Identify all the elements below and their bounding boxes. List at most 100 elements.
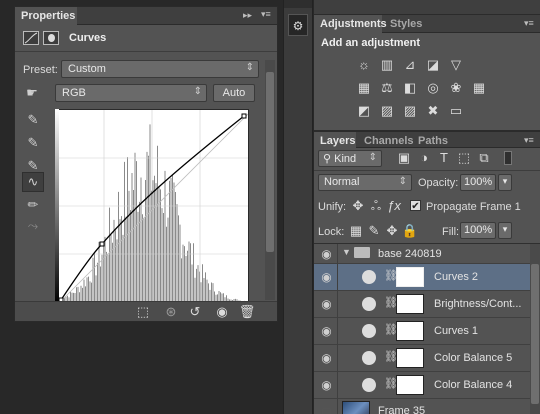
layer-row[interactable]: ◉ ⛓ Brightness/Cont... <box>314 291 530 318</box>
filter-adjustment-icon[interactable]: ◑ <box>414 149 434 167</box>
layer-row[interactable]: ▢ Frame 35 <box>314 399 530 414</box>
visibility-eye-icon[interactable]: ◉ <box>316 244 338 264</box>
opacity-input[interactable]: 100% <box>460 174 496 191</box>
layer-mask-thumbnail[interactable] <box>396 375 424 395</box>
visibility-eye-icon[interactable]: ◉ <box>316 345 338 372</box>
on-image-adjust-icon[interactable]: ☛ <box>23 84 41 102</box>
levels-icon[interactable]: ▥ <box>377 56 397 74</box>
tab-paths[interactable]: Paths <box>410 132 456 150</box>
filter-shape-icon[interactable]: ⬚ <box>454 149 474 167</box>
right-panels: Adjustments Styles ▾≡ Add an adjustment … <box>314 0 540 414</box>
brightness-icon[interactable]: ☼ <box>354 56 374 74</box>
black-white-icon[interactable]: ◧ <box>400 79 420 97</box>
gray-point-eyedropper-icon[interactable]: ✎ <box>24 134 42 152</box>
filter-kind-dropdown[interactable]: ⚲ Kind ⇕ <box>318 150 382 167</box>
channel-mixer-icon[interactable]: ❀ <box>446 79 466 97</box>
tab-layers[interactable]: Layers <box>314 132 356 150</box>
curve-point[interactable] <box>241 113 247 119</box>
curves-adjustment-icon <box>23 31 39 45</box>
fill-slider-toggle[interactable]: ▾ <box>498 222 512 239</box>
vibrance-icon[interactable]: ▽ <box>446 56 466 74</box>
hue-saturation-icon[interactable]: ▦ <box>354 79 374 97</box>
fill-input[interactable]: 100% <box>460 222 496 239</box>
layer-row[interactable]: ◉ ⛓ Curves 1 <box>314 318 530 345</box>
curves-graph[interactable] <box>55 109 249 303</box>
filter-type-icon[interactable]: T <box>434 149 454 167</box>
lock-transparent-icon[interactable]: ▦ <box>346 222 366 240</box>
properties-tabbar: Properties ▸▸ ▾≡ <box>15 7 277 25</box>
collapse-icon[interactable]: ▸▸ <box>243 10 252 21</box>
filter-pixel-icon[interactable]: ▣ <box>394 149 414 167</box>
layer-name: Curves 1 <box>434 325 479 337</box>
blend-mode-value: Normal <box>324 176 360 188</box>
properties-scrollbar[interactable] <box>265 60 275 300</box>
opacity-slider-toggle[interactable]: ▾ <box>498 174 512 191</box>
invert-icon[interactable]: ◩ <box>354 102 374 120</box>
lock-position-icon[interactable]: ✥ <box>382 222 402 240</box>
clip-to-layer-icon[interactable]: ⬚ <box>133 303 153 321</box>
filter-toggle-switch[interactable] <box>504 151 512 165</box>
curve-points-icon[interactable]: ∿ <box>22 172 44 192</box>
filter-kind-value: Kind <box>334 153 357 165</box>
visibility-eye-icon[interactable]: ◉ <box>316 318 338 345</box>
resize-grip[interactable] <box>135 322 153 326</box>
preset-dropdown[interactable]: Custom ⇕ <box>61 60 259 78</box>
panel-menu-icon[interactable]: ▾≡ <box>524 135 534 146</box>
curve-point[interactable] <box>99 241 105 247</box>
black-point-eyedropper-icon[interactable]: ✎ <box>24 111 42 129</box>
lock-all-icon[interactable]: 🔒 <box>400 222 420 240</box>
panel-menu-icon[interactable]: ▾≡ <box>524 18 534 29</box>
reset-icon[interactable]: ↺ <box>185 303 205 321</box>
layer-mask-thumbnail[interactable] <box>396 321 424 341</box>
properties-dock-icon[interactable]: ⚙ <box>288 14 308 36</box>
layer-mask-thumbnail[interactable] <box>396 348 424 368</box>
layer-row[interactable]: ◉ ⛓ Color Balance 5 <box>314 345 530 372</box>
selective-color-icon[interactable]: ✖ <box>423 102 443 120</box>
curves-icon[interactable]: ⊿ <box>400 56 420 74</box>
unify-position-icon[interactable]: ✥ <box>348 197 368 215</box>
scrollbar-thumb[interactable] <box>531 264 539 404</box>
channel-dropdown[interactable]: RGB ⇕ <box>55 84 207 102</box>
pencil-draw-icon[interactable]: ✏ <box>24 196 42 214</box>
visibility-eye-icon[interactable]: ◉ <box>316 372 338 399</box>
layer-row[interactable]: ◉ ⛓ Curves 2 <box>314 264 530 291</box>
scrollbar-thumb[interactable] <box>266 72 274 252</box>
filter-smart-object-icon[interactable]: ⧉ <box>474 149 494 167</box>
layer-mask-thumbnail[interactable] <box>396 267 424 287</box>
frame-thumbnail[interactable] <box>342 401 370 414</box>
visibility-eye-icon[interactable]: ◉ <box>212 303 232 321</box>
visibility-empty-box[interactable]: ▢ <box>316 399 338 414</box>
color-lookup-icon[interactable]: ▦ <box>469 79 489 97</box>
layer-group-row[interactable]: ◉ ▼ base 240819 <box>314 244 530 264</box>
dropdown-arrow-icon: ⇕ <box>368 152 377 163</box>
unify-visibility-icon[interactable]: ஃ <box>366 197 386 215</box>
visibility-eye-icon[interactable]: ◉ <box>316 291 338 318</box>
trash-icon[interactable]: 🗑 <box>237 303 257 321</box>
panel-menu-icon[interactable]: ▾≡ <box>261 9 271 20</box>
exposure-icon[interactable]: ◪ <box>423 56 443 74</box>
smooth-curve-icon[interactable]: ⤳ <box>24 217 42 235</box>
propagate-checkbox[interactable]: ✔ <box>410 200 421 212</box>
layer-row[interactable]: ◉ ⛓ Color Balance 4 <box>314 372 530 399</box>
posterize-icon[interactable]: ▨ <box>377 102 397 120</box>
auto-button[interactable]: Auto <box>213 84 255 102</box>
unify-style-icon[interactable]: ƒx <box>384 197 404 215</box>
visibility-eye-icon[interactable]: ◉ <box>316 264 338 291</box>
photo-filter-icon[interactable]: ◎ <box>423 79 443 97</box>
color-balance-icon[interactable]: ⚖ <box>377 79 397 97</box>
lock-image-icon[interactable]: ✎ <box>364 222 384 240</box>
tab-styles[interactable]: Styles <box>382 15 430 33</box>
tab-adjustments[interactable]: Adjustments <box>314 15 387 33</box>
layer-mask-icon[interactable] <box>43 31 59 45</box>
layer-mask-thumbnail[interactable] <box>396 294 424 314</box>
threshold-icon[interactable]: ▨ <box>400 102 420 120</box>
layers-scrollbar[interactable] <box>530 244 540 414</box>
layer-name: Brightness/Cont... <box>434 298 522 310</box>
folder-icon <box>354 247 370 258</box>
gradient-map-icon[interactable]: ▭ <box>446 102 466 120</box>
expand-chevron-icon[interactable]: ▼ <box>342 247 351 257</box>
tab-properties[interactable]: Properties <box>15 7 77 25</box>
view-previous-icon[interactable]: ⊛ <box>161 303 181 321</box>
layer-name: Color Balance 5 <box>434 352 513 364</box>
blend-mode-dropdown[interactable]: Normal ⇕ <box>318 174 412 191</box>
